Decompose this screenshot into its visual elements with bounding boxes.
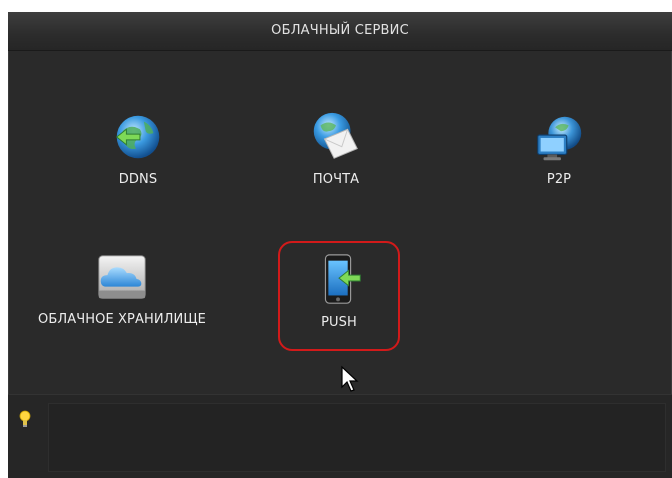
cloud-storage-icon xyxy=(98,255,146,299)
tile-ddns[interactable]: DDNS xyxy=(63,108,213,208)
tile-label-mail: ПОЧТА xyxy=(312,172,360,187)
lightbulb-icon xyxy=(19,410,31,427)
tile-label-ddns: DDNS xyxy=(118,172,158,187)
info-bar xyxy=(8,394,672,478)
window-title: ОБЛАЧНЫЙ СЕРВИС xyxy=(8,12,672,51)
tile-p2p[interactable]: P2P xyxy=(484,108,634,208)
info-message-area xyxy=(48,403,666,472)
mouse-cursor-icon xyxy=(341,365,359,392)
tile-mail[interactable]: ПОЧТА xyxy=(261,108,411,208)
push-phone-icon xyxy=(324,254,361,304)
tile-push[interactable]: PUSH xyxy=(278,241,400,351)
cloud-service-window: ОБЛАЧНЫЙ СЕРВИС DDNS ПОЧТА P2P ОБЛАЧНОЕ … xyxy=(8,12,672,478)
mail-globe-icon xyxy=(313,112,358,159)
tile-label-push: PUSH xyxy=(321,315,357,330)
tile-cloud-storage[interactable]: ОБЛАЧНОЕ ХРАНИЛИЩЕ xyxy=(4,248,240,348)
ddns-globe-icon xyxy=(115,115,160,159)
tile-label-p2p: P2P xyxy=(546,172,572,187)
tile-label-cloud-storage: ОБЛАЧНОЕ ХРАНИЛИЩЕ xyxy=(38,312,206,327)
p2p-network-icon xyxy=(537,116,582,161)
